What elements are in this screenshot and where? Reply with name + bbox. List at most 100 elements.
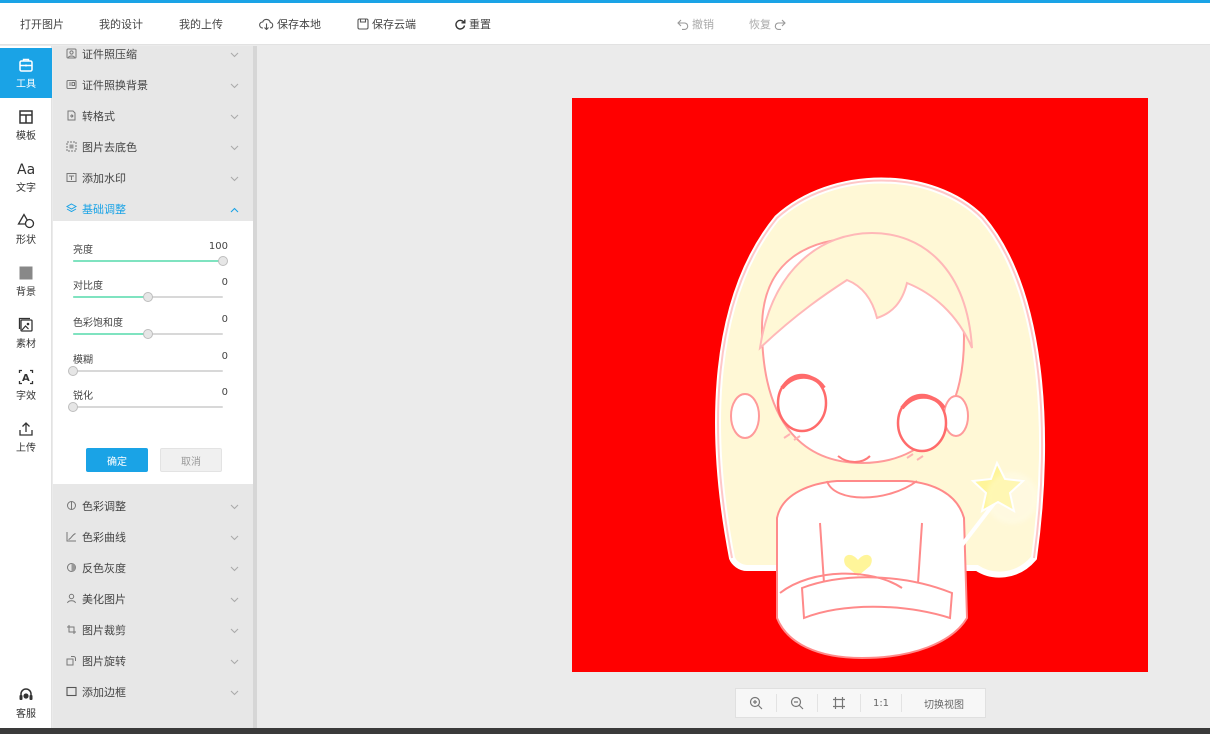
chevron-up-icon	[230, 203, 239, 216]
toolbox-icon	[19, 58, 33, 72]
customer-service-label: 客服	[16, 708, 36, 720]
chevron-down-icon	[230, 593, 239, 606]
confirm-button[interactable]: 确定	[86, 448, 148, 472]
crop-icon	[65, 624, 77, 636]
color-drop-icon	[65, 500, 77, 512]
slider-label: 对比度	[73, 281, 103, 292]
chevron-down-icon	[230, 686, 239, 699]
redo-button[interactable]: 恢复	[749, 15, 786, 33]
tool-invert-grayscale[interactable]: 反色灰度	[53, 552, 253, 583]
tool-label: 色彩曲线	[82, 530, 126, 544]
tools-panel: 证件照压缩 证件照换背景 转格式 图片去底色 添加水印 基础调整 亮度 100	[53, 46, 253, 734]
rail-item-background[interactable]: 背景	[0, 256, 52, 306]
rail-item-text[interactable]: Aa 文字	[0, 152, 52, 202]
my-designs-button[interactable]: 我的设计	[99, 15, 143, 33]
slider-track[interactable]	[73, 329, 223, 339]
reset-label: 重置	[469, 18, 491, 31]
chevron-down-icon	[230, 655, 239, 668]
window-bottom-edge	[0, 728, 1210, 734]
zoom-in-icon	[749, 696, 763, 710]
file-convert-icon	[65, 110, 77, 122]
save-local-button[interactable]: 保存本地	[259, 15, 321, 33]
curve-icon	[65, 531, 77, 543]
cloud-download-icon	[259, 18, 274, 30]
upload-icon	[19, 421, 33, 436]
tool-color-adjust[interactable]: 色彩调整	[53, 490, 253, 521]
customer-service-button[interactable]: 客服	[0, 678, 52, 728]
svg-text:A: A	[22, 373, 30, 384]
slider-fill	[73, 260, 223, 262]
tool-convert-format[interactable]: 转格式	[53, 100, 253, 131]
watermark-icon	[65, 172, 77, 184]
slider-track[interactable]	[68, 366, 223, 376]
slider-thumb[interactable]	[68, 366, 78, 376]
fit-screen-button[interactable]	[818, 689, 860, 717]
rail-background-label: 背景	[16, 286, 36, 298]
tool-label: 色彩调整	[82, 499, 126, 513]
rail-item-upload[interactable]: 上传	[0, 412, 52, 462]
tool-label: 图片旋转	[82, 654, 126, 668]
rail-tools-label: 工具	[16, 78, 36, 90]
tool-basic-adjust[interactable]: 基础调整	[53, 193, 253, 224]
rail-item-templates[interactable]: 模板	[0, 100, 52, 150]
tool-rotate[interactable]: 图片旋转	[53, 645, 253, 676]
zoom-out-icon	[790, 696, 804, 710]
tool-remove-background[interactable]: 图片去底色	[53, 131, 253, 162]
rail-item-text-effects[interactable]: A 字效	[0, 360, 52, 410]
chevron-down-icon	[230, 500, 239, 513]
tool-color-curve[interactable]: 色彩曲线	[53, 521, 253, 552]
actual-size-button[interactable]: 1:1	[861, 689, 901, 717]
rail-materials-label: 素材	[16, 338, 36, 350]
chevron-down-icon	[230, 172, 239, 185]
layers-icon	[65, 203, 77, 215]
design-canvas[interactable]	[572, 98, 1148, 672]
panel-divider	[253, 46, 257, 734]
tool-add-border[interactable]: 添加边框	[53, 676, 253, 707]
rail-item-tools[interactable]: 工具	[0, 48, 52, 98]
rail-item-shapes[interactable]: 形状	[0, 204, 52, 254]
zoom-in-button[interactable]	[736, 689, 776, 717]
tool-label: 证件照压缩	[82, 47, 137, 61]
rail-text-effects-label: 字效	[16, 390, 36, 402]
chevron-down-icon	[230, 110, 239, 123]
my-uploads-button[interactable]: 我的上传	[179, 15, 223, 33]
slider-thumb[interactable]	[68, 402, 78, 412]
border-icon	[65, 686, 77, 698]
open-image-label: 打开图片	[20, 18, 64, 31]
zoom-out-button[interactable]	[777, 689, 817, 717]
tool-id-photo-background[interactable]: 证件照换背景	[53, 69, 253, 100]
reset-button[interactable]: 重置	[454, 15, 491, 33]
save-cloud-button[interactable]: 保存云端	[357, 15, 416, 33]
slider-fill	[73, 333, 148, 335]
rail-shapes-label: 形状	[16, 234, 36, 246]
tool-add-watermark[interactable]: 添加水印	[53, 162, 253, 193]
tool-id-photo-compress[interactable]: 证件照压缩	[53, 38, 253, 69]
tool-crop[interactable]: 图片裁剪	[53, 614, 253, 645]
chevron-down-icon	[230, 531, 239, 544]
switch-view-button[interactable]: 切换视图	[902, 689, 986, 717]
rail-text-label: 文字	[16, 182, 36, 194]
slider-thumb[interactable]	[218, 256, 228, 266]
save-cloud-label: 保存云端	[372, 18, 416, 31]
chevron-down-icon	[230, 48, 239, 61]
undo-icon	[677, 19, 689, 30]
open-image-button[interactable]: 打开图片	[20, 15, 64, 33]
tool-beautify[interactable]: 美化图片	[53, 583, 253, 614]
basic-adjust-section: 亮度 100 对比度 0 色彩饱和度 0 模糊 0 锐化 0 确定 取消	[53, 221, 253, 484]
cancel-button[interactable]: 取消	[160, 448, 222, 472]
tool-label: 图片去底色	[82, 140, 137, 154]
slider-track[interactable]	[73, 256, 228, 266]
portrait-icon	[65, 593, 77, 605]
rail-item-materials[interactable]: 素材	[0, 308, 52, 358]
slider-track[interactable]	[68, 402, 223, 412]
left-nav-rail: 工具 模板 Aa 文字 形状 背景 素材 A 字效 上传 客服	[0, 46, 52, 734]
slider-track[interactable]	[73, 292, 223, 302]
slider-thumb[interactable]	[143, 329, 153, 339]
id-photo-icon	[65, 79, 77, 91]
my-designs-label: 我的设计	[99, 18, 143, 31]
tool-label: 添加水印	[82, 171, 126, 185]
slider-thumb[interactable]	[143, 292, 153, 302]
shape-icon	[17, 212, 35, 228]
tool-label: 转格式	[82, 109, 115, 123]
undo-button[interactable]: 撤销	[677, 15, 714, 33]
